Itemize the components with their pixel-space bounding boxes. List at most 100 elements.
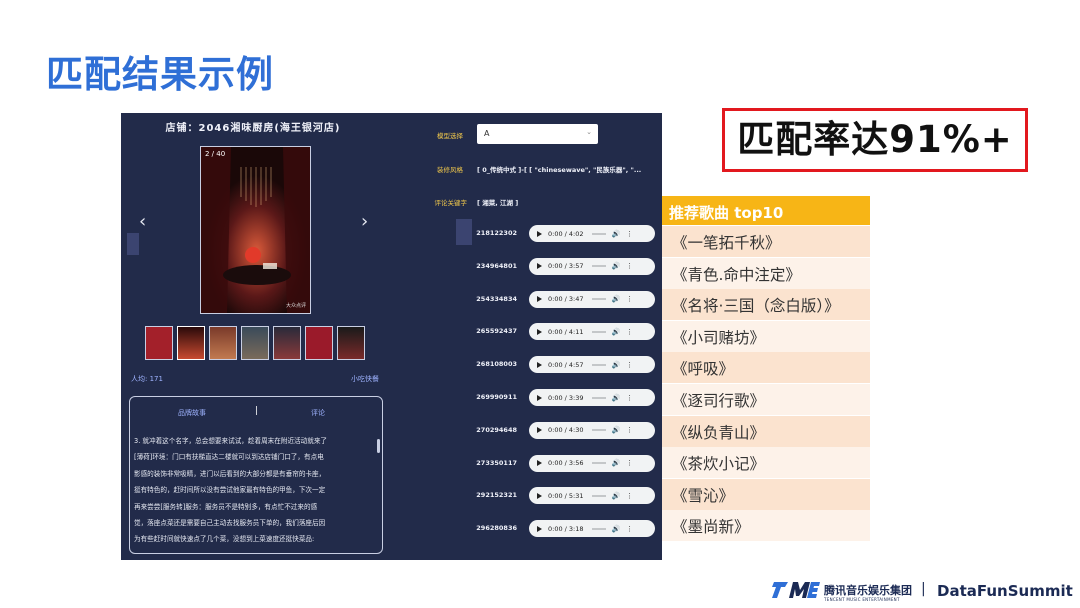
audio-player[interactable]: 0:00 / 3:57 🔊 ⋮ [529,257,655,275]
progress-bar[interactable] [591,429,606,432]
track-row: 234964801 0:00 / 3:57 🔊 ⋮ [467,257,657,275]
volume-icon[interactable]: 🔊 [612,230,621,238]
play-icon[interactable] [537,427,542,434]
progress-bar[interactable] [591,363,606,366]
photo-gallery[interactable]: 2 / 40 大众点评 [200,146,311,314]
play-icon[interactable] [537,361,542,368]
progress-bar[interactable] [591,232,606,235]
footer-brand: DataFunSummit [937,582,1073,600]
volume-icon[interactable]: 🔊 [612,426,621,434]
volume-icon[interactable]: 🔊 [612,492,621,500]
thumbnail[interactable] [209,326,237,360]
style-value: [ 0_传统中式 ]-[ [ "chinesewave", "民族乐器", ".… [477,166,642,174]
track-id: 270294648 [476,425,517,434]
track-row: 269990911 0:00 / 3:39 🔊 ⋮ [467,389,657,406]
more-icon[interactable]: ⋮ [626,525,633,533]
track-id: 265592437 [476,327,517,336]
volume-icon[interactable]: 🔊 [612,295,621,303]
play-icon[interactable] [537,394,542,401]
progress-bar[interactable] [591,298,606,301]
play-icon[interactable] [537,296,542,303]
audio-player[interactable]: 0:00 / 4:57 🔊 ⋮ [529,356,655,374]
audio-player[interactable]: 0:00 / 4:11 🔊 ⋮ [529,323,655,341]
track-time: 0:00 / 4:02 [548,229,584,238]
shop-category: 小吃快餐 [351,375,379,383]
volume-icon[interactable]: 🔊 [612,459,621,467]
track-row: 218122302 0:00 / 4:02 🔊 ⋮ [467,225,657,242]
volume-icon[interactable]: 🔊 [612,328,621,336]
more-icon[interactable]: ⋮ [626,262,633,270]
volume-icon[interactable]: 🔊 [612,361,621,369]
thumbnail[interactable] [145,326,173,360]
thumbnail[interactable] [305,326,333,360]
progress-bar[interactable] [591,396,606,399]
track-id: 269990911 [476,393,517,401]
audio-player[interactable]: 0:00 / 3:39 🔊 ⋮ [529,389,655,406]
song-item: 《小司赌坊》 [662,320,870,352]
audio-player[interactable]: 0:00 / 3:18 🔊 ⋮ [529,520,655,538]
song-item: 《茶炊小记》 [662,447,870,479]
play-icon[interactable] [537,230,542,237]
audio-player[interactable]: 0:00 / 5:31 🔊 ⋮ [529,487,655,505]
volume-icon[interactable]: 🔊 [612,525,621,533]
keyword-label: 评论关键字 [434,199,468,207]
play-icon[interactable] [537,263,542,270]
progress-bar[interactable] [591,494,606,497]
more-icon[interactable]: ⋮ [626,295,633,303]
thumbnail[interactable] [337,326,365,360]
song-item: 《纵负青山》 [662,415,870,447]
song-item: 《一笔拓千秋》 [662,226,870,257]
play-icon[interactable] [537,328,542,335]
gallery-next-button[interactable]: › [361,211,368,232]
progress-bar[interactable] [591,330,606,333]
tab-separator: | [255,406,259,416]
audio-player[interactable]: 0:00 / 3:47 🔊 ⋮ [529,290,655,308]
progress-bar[interactable] [591,462,606,465]
review-line: [薄荷]环境：门口有扶梯直达二楼就可以到达店铺门口了，有点电 [134,453,324,462]
thumbnail[interactable] [241,326,269,360]
play-icon[interactable] [537,492,542,499]
progress-bar[interactable] [591,265,606,268]
track-time: 0:00 / 4:30 [548,426,584,435]
model-select[interactable]: A ⌄ [477,124,598,144]
chevron-down-icon: ⌄ [586,128,592,136]
audio-player[interactable]: 0:00 / 4:30 🔊 ⋮ [529,421,655,439]
gallery-prev-button[interactable]: ‹ [139,211,146,232]
audio-player[interactable]: 0:00 / 4:02 🔊 ⋮ [529,225,655,242]
play-icon[interactable] [537,460,542,467]
track-time: 0:00 / 5:31 [548,491,584,500]
track-id: 254334834 [476,294,517,303]
more-icon[interactable]: ⋮ [626,361,633,369]
more-icon[interactable]: ⋮ [626,459,633,467]
slide-title: 匹配结果示例 [46,53,274,96]
volume-icon[interactable]: 🔊 [612,394,621,402]
tab-review[interactable]: 评论 [311,408,325,418]
tab-brand-story[interactable]: 品牌故事 [178,408,206,418]
progress-bar[interactable] [591,527,606,530]
review-line: 再来尝尝[服务转]服务：服务员不是特别多，有点忙不过来的感 [134,502,318,511]
restaurant-photo [201,147,310,313]
more-icon[interactable]: ⋮ [626,426,633,434]
review-scrollbar[interactable] [377,439,380,453]
audio-player[interactable]: 0:00 / 3:56 🔊 ⋮ [529,454,655,472]
thumbnail-strip [145,326,365,360]
more-icon[interactable]: ⋮ [626,328,633,336]
volume-icon[interactable]: 🔊 [612,262,621,270]
photo-watermark: 大众点评 [285,303,306,309]
more-icon[interactable]: ⋮ [626,394,633,402]
thumbnail[interactable] [273,326,301,360]
match-rate-badge: 匹配率达91%+ [722,108,1028,172]
gallery-counter: 2 / 40 [205,150,226,158]
song-item: 《呼吸》 [662,352,870,384]
track-id: 218122302 [476,229,517,237]
more-icon[interactable]: ⋮ [626,230,633,238]
play-icon[interactable] [537,525,542,532]
track-row: 268108003 0:00 / 4:57 🔊 ⋮ [467,356,657,374]
track-time: 0:00 / 4:57 [548,360,584,369]
style-label: 装修风格 [437,166,463,174]
track-time: 0:00 / 3:47 [548,295,584,304]
song-item: 《墨尚新》 [662,510,870,542]
review-panel: 品牌故事 | 评论 3. 就冲着这个名字，总会想要来试试，趁着周末在附近活动就来… [129,396,383,554]
thumbnail[interactable] [177,326,205,360]
more-icon[interactable]: ⋮ [626,492,633,500]
